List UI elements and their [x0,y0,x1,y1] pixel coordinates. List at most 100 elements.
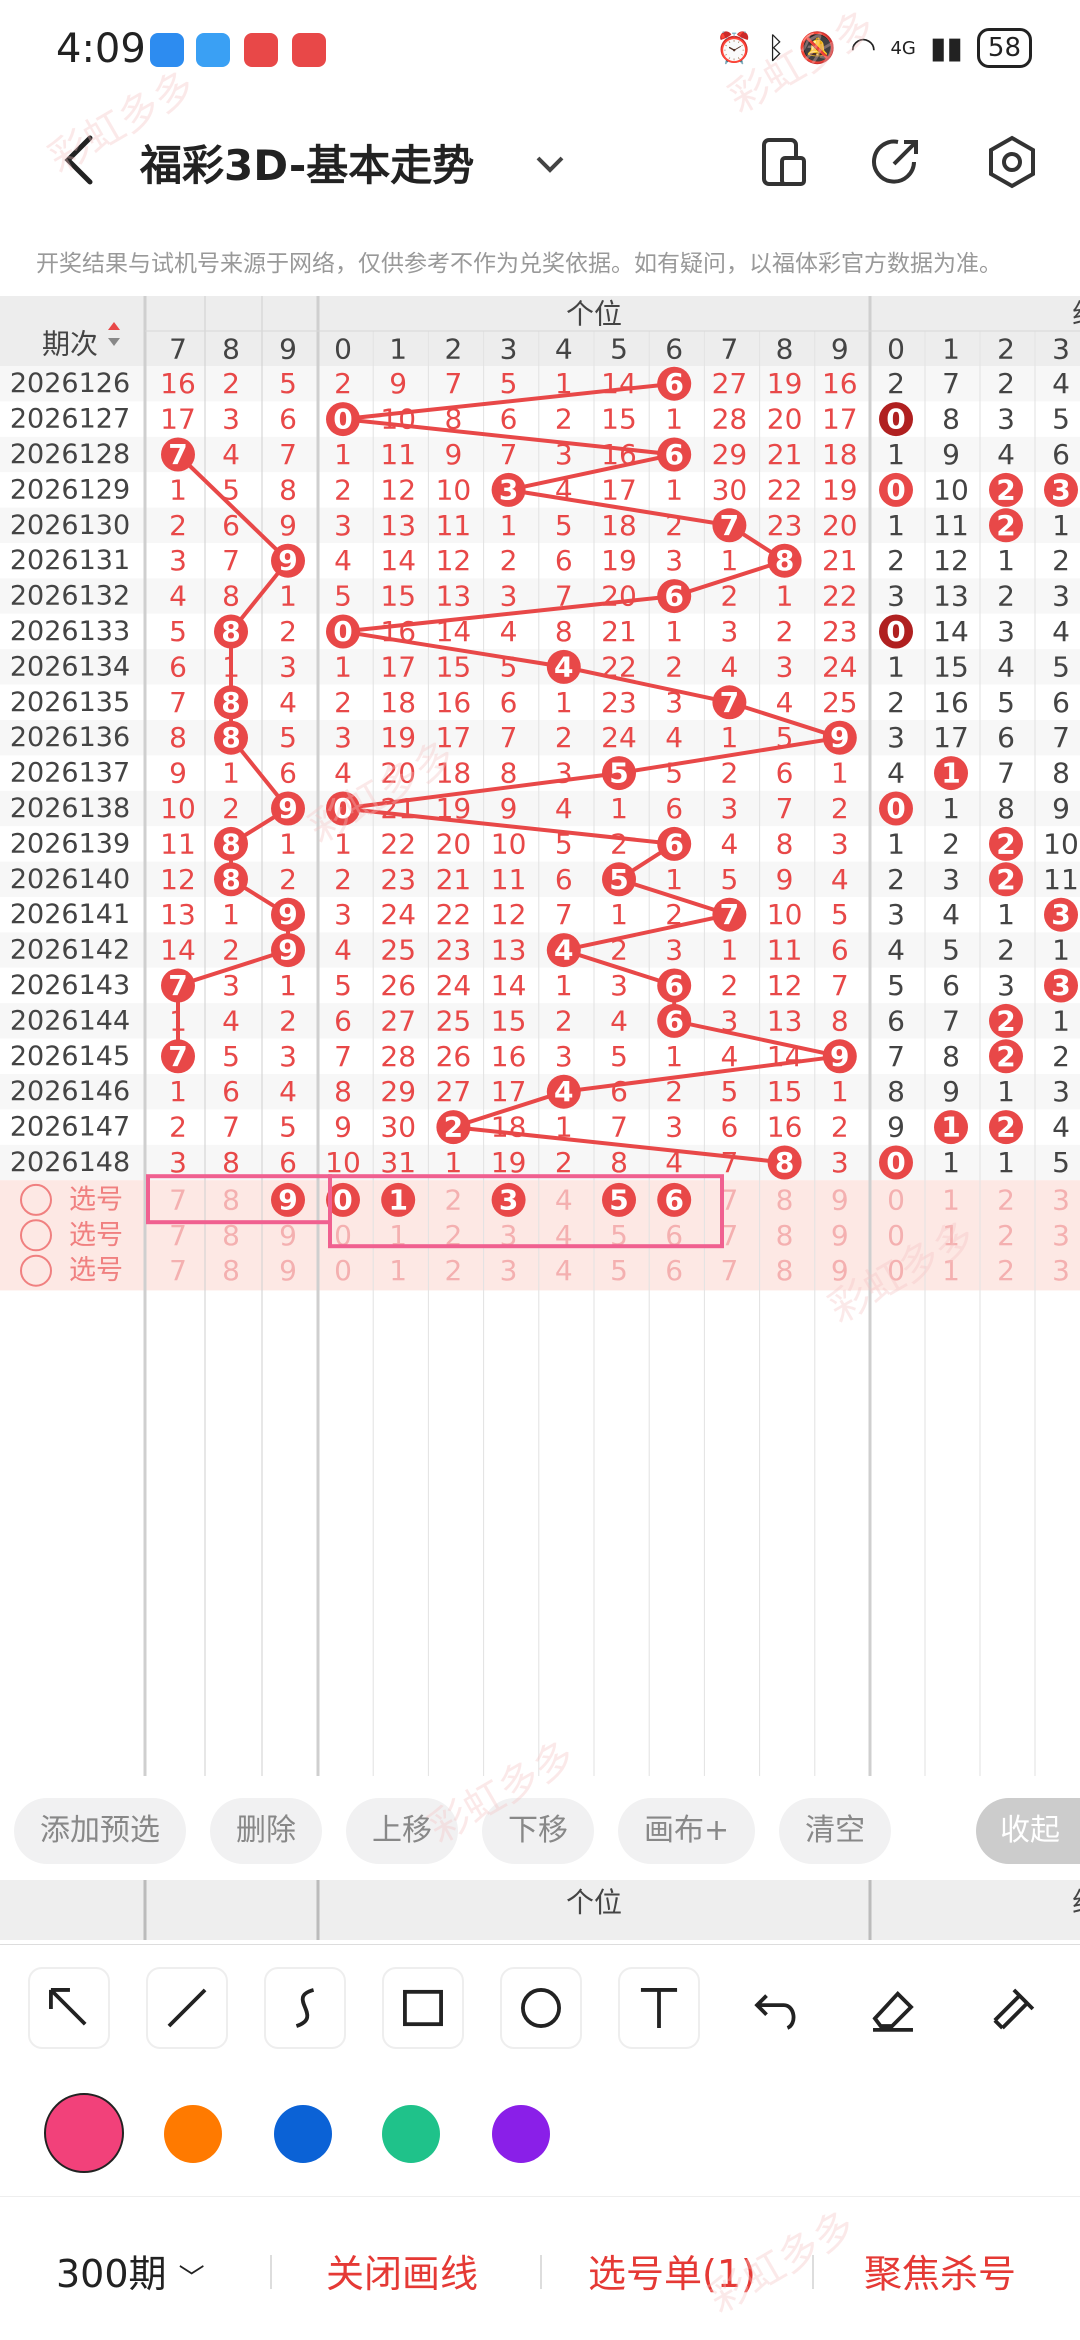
color-swatch-blue[interactable] [274,2105,332,2163]
miss-count: 13 [380,509,416,542]
miss-count: 9 [444,438,462,471]
selectable-digit: 4 [555,1183,573,1216]
miss-count: 2 [169,1111,187,1144]
close-drawing-button[interactable]: 关闭画线 [326,2243,478,2298]
period-cell: 2026148 [10,1147,130,1178]
group-hit-number: 2 [996,1040,1015,1073]
miss-count: 10 [380,403,416,436]
move-down-button[interactable]: 下移 [482,1798,594,1864]
select-label: 选号 [69,1184,123,1215]
hit-ball-number: 6 [664,367,683,400]
line-tool[interactable] [146,1967,228,2049]
miss-count: 3 [720,1004,738,1037]
selected-digit: 0 [333,1183,352,1216]
group-count: 2 [887,863,905,896]
selectable-digit: 2 [997,1254,1015,1287]
wifi-icon: ◠ [850,30,877,66]
miss-count: 5 [500,367,518,400]
miss-count: 7 [720,1146,738,1179]
color-swatch-orange[interactable] [164,2105,222,2163]
arrow-icon [49,1988,87,2026]
miss-count: 22 [601,650,637,683]
miss-count: 1 [222,898,240,931]
miss-count: 24 [822,650,858,683]
column-header-digit: 7 [169,333,187,366]
share-button[interactable] [868,134,924,190]
delete-button[interactable]: 删除 [210,1798,322,1864]
miss-count: 17 [491,1075,527,1108]
miss-count: 20 [601,580,637,613]
miss-count: 14 [160,934,196,967]
hit-ball-number: 5 [609,863,628,896]
circle-tool[interactable] [500,1967,582,2049]
rectangle-tool[interactable] [382,1967,464,2049]
periods-selector[interactable]: 300期 ﹀ [56,2243,205,2298]
group-count: 13 [933,580,969,613]
miss-count: 7 [444,367,462,400]
miss-count: 2 [222,367,240,400]
status-time: 4:09 [56,26,146,72]
text-tool[interactable] [618,1967,700,2049]
column-header-digit: 9 [831,333,849,366]
color-swatch-pink[interactable] [44,2093,124,2173]
selection-list-button[interactable]: 选号单(1) [588,2243,756,2298]
miss-count: 6 [222,509,240,542]
settings-button[interactable] [984,134,1040,190]
clear-button[interactable]: 清空 [779,1798,892,1864]
miss-count: 27 [436,1075,472,1108]
hit-ball-number: 8 [221,615,240,648]
mute-icon: 🔕 [798,30,837,66]
back-button[interactable] [52,130,112,190]
period-cell: 2026142 [10,935,130,966]
selectable-digit: 8 [776,1219,794,1252]
battery-indicator: 58 [976,28,1032,68]
page-title[interactable]: 福彩3D-基本走势 [140,132,474,193]
group-count: 2 [997,580,1015,613]
trend-chart-grid[interactable]: 期次个位组78901234567890123202612616252975114… [0,296,1080,1776]
miss-count: 16 [380,615,416,648]
miss-count: 12 [436,544,472,577]
color-swatch-purple[interactable] [492,2105,550,2163]
selectable-digit: 1 [389,1254,407,1287]
miss-count: 5 [720,863,738,896]
group-count: 8 [942,1040,960,1073]
miss-count: 1 [169,473,187,506]
title-dropdown[interactable] [530,144,570,184]
undo-tool[interactable] [736,1967,818,2049]
period-cell: 2026143 [10,970,130,1001]
miss-count: 2 [720,757,738,790]
miss-count: 10 [436,473,472,506]
miss-count: 7 [334,1040,352,1073]
group-hit-number: 1 [941,757,960,790]
canvas-add-button[interactable]: 画布+ [618,1798,756,1864]
miss-count: 1 [720,934,738,967]
eraser-tool[interactable] [852,1967,934,2049]
miss-count: 5 [279,1111,297,1144]
miss-count: 28 [380,1040,416,1073]
move-up-button[interactable]: 上移 [346,1798,458,1864]
collapse-button[interactable]: 收起 [976,1798,1080,1864]
miss-count: 3 [279,650,297,683]
focus-kill-button[interactable]: 聚焦杀号 [864,2243,1016,2298]
period-cell: 2026147 [10,1112,130,1143]
miss-count: 25 [380,934,416,967]
period-cell: 2026128 [10,439,130,470]
group-count: 1 [942,1146,960,1179]
hit-ball-number: 8 [775,544,794,577]
hit-ball-number: 9 [278,792,297,825]
add-preselect-button[interactable]: 添加预选 [14,1798,186,1864]
miss-count: 1 [279,969,297,1002]
curve-tool[interactable] [264,1967,346,2049]
miss-count: 1 [169,1004,187,1037]
miss-count: 1 [169,1075,187,1108]
group-count: 1 [887,509,905,542]
clear-drawing-tool[interactable] [970,1967,1052,2049]
group-count: 15 [933,650,969,683]
miss-count: 1 [444,1146,462,1179]
layout-button[interactable] [756,134,812,190]
miss-count: 6 [555,544,573,577]
miss-count: 27 [380,1004,416,1037]
selectable-digit: 2 [444,1254,462,1287]
arrow-tool[interactable] [28,1967,110,2049]
color-swatch-green[interactable] [382,2105,440,2163]
